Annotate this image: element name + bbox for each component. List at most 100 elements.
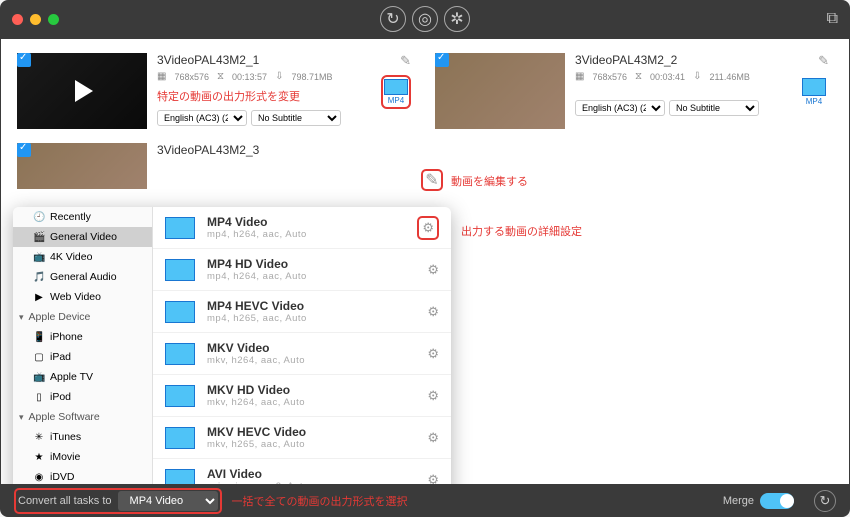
category-item[interactable]: ▢iPad [13, 347, 152, 367]
video-card[interactable]: 3VideoPAL43M2_2 ▦768x576 ⧖00:03:41 ⇩211.… [431, 49, 837, 133]
audio-select[interactable]: English (AC3) (2.0 ch)... [157, 110, 247, 126]
format-details: mkv, h265, aac, Auto [207, 439, 306, 450]
edit-pencil-icon[interactable]: ✎ [818, 53, 829, 69]
format-name: MKV HD Video [207, 383, 305, 397]
film-tab-icon[interactable]: ✲ [444, 6, 470, 32]
video-thumbnail[interactable] [435, 53, 565, 129]
video-meta: ▦768x576 ⧖00:03:41 ⇩211.46MB [575, 71, 833, 82]
video-title: 3VideoPAL43M2_3 [157, 143, 419, 157]
subtitle-select[interactable]: No Subtitle [251, 110, 341, 126]
category-item[interactable]: ▶Web Video [13, 287, 152, 307]
format-row[interactable]: MKV HD Videomkv, h264, aac, Auto ⚙ [153, 375, 451, 417]
gear-icon[interactable]: ⚙ [417, 216, 439, 240]
titlebar-tabs: ↻ ◎ ✲ [380, 6, 470, 32]
format-row[interactable]: MKV Videomkv, h264, aac, Auto ⚙ [153, 333, 451, 375]
edit-highlight: ✎ [421, 169, 443, 191]
media-icon[interactable]: ⧉ [827, 10, 838, 28]
annotation-settings: 出力する動画の詳細設定 [461, 223, 582, 239]
format-name: MP4 HEVC Video [207, 299, 307, 313]
category-item[interactable]: ★iMovie [13, 447, 152, 467]
format-list[interactable]: MP4 Videomp4, h264, aac, Auto⚙MP4 HD Vid… [153, 207, 451, 485]
merge-label: Merge [723, 495, 754, 507]
convert-button[interactable]: ↻ [814, 490, 836, 512]
video-thumbnail[interactable] [17, 143, 147, 189]
size-icon: ⇩ [693, 71, 701, 82]
video-title: 3VideoPAL43M2_2 [575, 53, 833, 67]
format-label: MP4 [806, 97, 822, 106]
format-row[interactable]: MP4 HEVC Videomp4, h265, aac, Auto ⚙ [153, 291, 451, 333]
format-details: mp4, h265, aac, Auto [207, 313, 307, 324]
refresh-tab-icon[interactable]: ↻ [380, 6, 406, 32]
size-icon: ⇩ [275, 71, 283, 82]
format-name: MKV Video [207, 341, 305, 355]
category-list[interactable]: 🕘Recently🎬General Video📺4K Video🎵General… [13, 207, 153, 485]
resolution-icon: ▦ [575, 71, 584, 82]
track-selects: English (AC3) (2.0 ch)... No Subtitle [157, 110, 415, 126]
edit-pencil-icon[interactable]: ✎ [400, 53, 411, 69]
video-thumbnail[interactable] [17, 53, 147, 129]
category-item[interactable]: 📺4K Video [13, 247, 152, 267]
category-item[interactable]: ▾Apple Software [13, 407, 152, 427]
video-info: 3VideoPAL43M2_3 [157, 143, 419, 189]
resolution-icon: ▦ [157, 71, 166, 82]
format-details: mkv, h264, aac, Auto [207, 397, 305, 408]
format-icon [165, 343, 195, 365]
video-card[interactable]: 3VideoPAL43M2_3 [13, 139, 423, 193]
duration-icon: ⧖ [217, 71, 224, 82]
format-name: MKV HEVC Video [207, 425, 306, 439]
disc-tab-icon[interactable]: ◎ [412, 6, 438, 32]
format-name: MP4 HD Video [207, 257, 307, 271]
select-checkbox[interactable] [435, 53, 449, 67]
video-card[interactable]: 3VideoPAL43M2_1 ▦768x576 ⧖00:13:57 ⇩798.… [13, 49, 419, 133]
video-info: 3VideoPAL43M2_2 ▦768x576 ⧖00:03:41 ⇩211.… [575, 53, 833, 129]
category-item[interactable]: 📺Apple TV [13, 367, 152, 387]
maximize-icon[interactable] [48, 14, 59, 25]
format-icon [165, 217, 195, 239]
merge-control: Merge [723, 493, 794, 509]
main-area: 3VideoPAL43M2_1 ▦768x576 ⧖00:13:57 ⇩798.… [0, 38, 850, 485]
gear-icon[interactable]: ⚙ [427, 472, 439, 486]
format-row[interactable]: MKV HEVC Videomkv, h265, aac, Auto ⚙ [153, 417, 451, 459]
merge-toggle[interactable] [760, 493, 794, 509]
gear-icon[interactable]: ⚙ [427, 430, 439, 446]
format-row[interactable]: MP4 HD Videomp4, h264, aac, Auto ⚙ [153, 249, 451, 291]
format-row[interactable]: AVI Videoavi, mjpeg, mp2, Auto⚙ [153, 459, 451, 485]
select-checkbox[interactable] [17, 53, 31, 67]
gear-icon[interactable]: ⚙ [427, 388, 439, 404]
format-row[interactable]: MP4 Videomp4, h264, aac, Auto ⚙ [153, 207, 451, 249]
format-icon [802, 78, 826, 96]
annotation-edit: 動画を編集する [451, 173, 528, 189]
gear-icon[interactable]: ⚙ [427, 346, 439, 362]
format-name: MP4 Video [207, 215, 307, 229]
category-item[interactable]: ✳iTunes [13, 427, 152, 447]
category-item[interactable]: 📱iPhone [13, 327, 152, 347]
category-item[interactable]: ▾Apple Device [13, 307, 152, 327]
titlebar: ↻ ◎ ✲ ⧉ [0, 0, 850, 38]
format-details: mp4, h264, aac, Auto [207, 229, 307, 240]
format-details: mp4, h264, aac, Auto [207, 271, 307, 282]
category-item[interactable]: 🎬General Video [13, 227, 152, 247]
gear-icon[interactable]: ⚙ [427, 262, 439, 278]
audio-select[interactable]: English (AC3) (2.0 ch)... [575, 100, 665, 116]
category-item[interactable]: ▯iPod [13, 387, 152, 407]
play-icon [75, 80, 93, 102]
format-badge[interactable]: MP4 [799, 75, 829, 109]
category-item[interactable]: 🎵General Audio [13, 267, 152, 287]
convert-all-highlight: Convert all tasks to MP4 Video [14, 488, 222, 514]
bottom-bar: Convert all tasks to MP4 Video 一括で全ての動画の… [0, 485, 850, 517]
duration-icon: ⧖ [635, 71, 642, 82]
category-item[interactable]: ◉iDVD [13, 467, 152, 485]
format-icon [165, 301, 195, 323]
close-icon[interactable] [12, 14, 23, 25]
category-item[interactable]: 🕘Recently [13, 207, 152, 227]
subtitle-select[interactable]: No Subtitle [669, 100, 759, 116]
gear-icon[interactable]: ⚙ [427, 304, 439, 320]
annotation-format: 特定の動画の出力形式を変更 [157, 88, 415, 104]
format-details: mkv, h264, aac, Auto [207, 355, 305, 366]
video-meta: ▦768x576 ⧖00:13:57 ⇩798.71MB [157, 71, 415, 82]
select-checkbox[interactable] [17, 143, 31, 157]
video-info: 3VideoPAL43M2_1 ▦768x576 ⧖00:13:57 ⇩798.… [157, 53, 415, 129]
minimize-icon[interactable] [30, 14, 41, 25]
format-icon [165, 469, 195, 486]
convert-all-select[interactable]: MP4 Video [118, 491, 218, 511]
